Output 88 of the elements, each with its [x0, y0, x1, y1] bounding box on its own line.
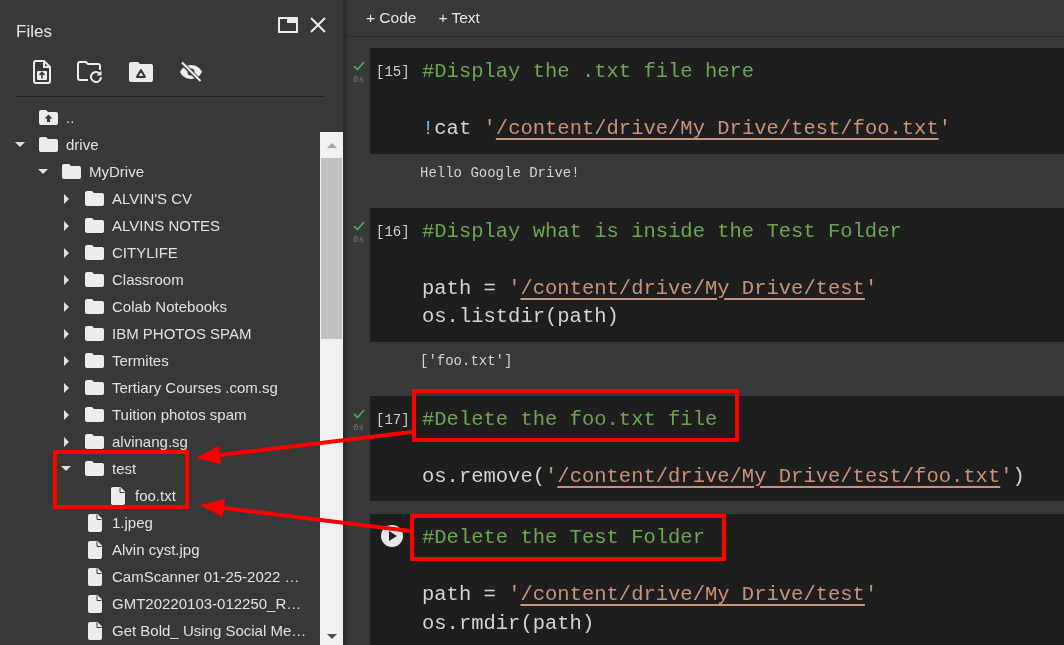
folder-icon [39, 137, 58, 152]
file-icon [87, 513, 102, 532]
folder-name[interactable]: ALVINS NOTES [112, 217, 221, 234]
folder-icon [85, 353, 104, 368]
output-text: ['foo.txt'] [420, 352, 513, 369]
caret-icon[interactable] [63, 328, 69, 339]
folder-icon [85, 326, 104, 341]
code-line: !cat '/content/drive/My Drive/test/foo.txt' [422, 117, 952, 140]
file-name[interactable]: GMT20220103-012250_R… [112, 595, 302, 612]
folder-up-icon [39, 110, 58, 125]
file-icon [110, 486, 125, 505]
caret-icon[interactable] [38, 169, 48, 174]
folder-icon [85, 245, 104, 260]
folder-triangle-icon[interactable] [129, 62, 153, 82]
folder-name[interactable]: alvinang.sg [112, 433, 188, 450]
output-text: Hello Google Drive! [420, 164, 580, 181]
code-comment: #Display the .txt file here [422, 60, 755, 83]
file-icon [87, 594, 102, 613]
folder-icon [85, 461, 104, 476]
folder-icon [62, 164, 81, 179]
folder-name[interactable]: MyDrive [89, 163, 144, 180]
folder-icon [85, 434, 104, 449]
caret-icon[interactable] [15, 142, 25, 147]
scrollbar-thumb[interactable] [321, 158, 342, 339]
folder-name[interactable]: Classroom [112, 271, 184, 288]
folder-name[interactable]: drive [66, 136, 99, 153]
code-cell[interactable]: [17] #Delete the foo.txt file os.remove('/content/drive/My Drive/test/foo.txt') [370, 395, 1064, 501]
code-comment: #Delete the Test Folder [422, 526, 705, 549]
eye-slash-icon[interactable] [179, 61, 203, 83]
folder-icon [85, 191, 104, 206]
folder-icon [85, 299, 104, 314]
folder-name[interactable]: Colab Notebooks [112, 298, 228, 315]
caret-icon[interactable] [63, 220, 69, 231]
code-cell[interactable]: [16] #Display what is inside the Test Folder path = '/content/drive/My Drive/test' os.listdir(path) [370, 207, 1064, 342]
caret-icon[interactable] [63, 274, 69, 285]
code-line: os.remove('/content/drive/My Drive/test/foo.txt') [422, 464, 1025, 488]
caret-icon[interactable] [63, 355, 69, 366]
caret-icon[interactable] [63, 436, 69, 447]
upload-file-icon[interactable] [33, 60, 51, 84]
panel-title: Files [16, 21, 53, 43]
file-icon [87, 567, 102, 586]
folder-name[interactable]: Tertiary Courses .com.sg [112, 379, 278, 396]
folder-name[interactable]: test [112, 460, 137, 477]
file-name[interactable]: Alvin cyst.jpg [112, 541, 200, 558]
caret-icon[interactable] [61, 466, 71, 471]
code-comment: #Delete the foo.txt file [422, 407, 718, 431]
code-cell[interactable]: #Delete the Test Folder path = '/content/drive/My Drive/test' os.rmdir(path) [370, 514, 1064, 645]
code-line: os.rmdir(path) [422, 611, 595, 635]
parent-folder-link[interactable]: .. [66, 109, 75, 126]
folder-icon [85, 272, 104, 287]
code-cell[interactable]: [15] #Display the .txt file here !cat '/content/drive/My Drive/test/foo.txt' [370, 48, 1064, 154]
execution-count: [17] [376, 411, 410, 428]
file-name[interactable]: foo.txt [135, 487, 176, 504]
code-line: path = '/content/drive/My Drive/test' [422, 276, 878, 300]
window-icon[interactable] [278, 17, 298, 33]
scroll-down-icon[interactable] [326, 634, 337, 639]
folder-name[interactable]: ALVIN'S CV [112, 190, 193, 207]
file-name[interactable]: Get Bold_ Using Social Me… [112, 622, 307, 639]
add-cell-button[interactable]: + Code [359, 4, 424, 32]
folder-icon [85, 218, 104, 233]
caret-icon[interactable] [63, 409, 69, 420]
run-time: 0s [353, 234, 364, 246]
file-icon [87, 540, 102, 559]
add-cell-button[interactable]: + Text [431, 4, 487, 32]
code-line: path = '/content/drive/My Drive/test' [422, 583, 878, 606]
refresh-folder-icon[interactable] [77, 61, 103, 83]
caret-icon[interactable] [63, 247, 69, 258]
execution-count: [15] [376, 64, 410, 80]
run-time: 0s [353, 75, 364, 86]
file-name[interactable]: CamScanner 01-25-2022 … [112, 568, 300, 585]
close-icon[interactable] [310, 17, 326, 33]
folder-icon [85, 380, 104, 395]
run-time: 0s [353, 422, 364, 434]
folder-icon [85, 407, 104, 422]
file-name[interactable]: 1.jpeg [112, 514, 153, 531]
caret-icon[interactable] [63, 382, 69, 393]
folder-name[interactable]: Tuition photos spam [112, 406, 247, 423]
folder-name[interactable]: Termites [112, 352, 169, 369]
folder-name[interactable]: IBM PHOTOS SPAM [112, 325, 252, 342]
code-line: os.listdir(path) [422, 305, 619, 328]
code-comment: #Display what is inside the Test Folder [422, 219, 902, 243]
folder-name[interactable]: CITYLIFE [112, 244, 178, 261]
caret-icon[interactable] [63, 301, 69, 312]
file-icon [87, 621, 102, 640]
scrollbar[interactable] [320, 132, 343, 645]
caret-icon[interactable] [63, 193, 69, 204]
execution-count: [16] [376, 223, 410, 240]
play-icon [389, 531, 397, 541]
